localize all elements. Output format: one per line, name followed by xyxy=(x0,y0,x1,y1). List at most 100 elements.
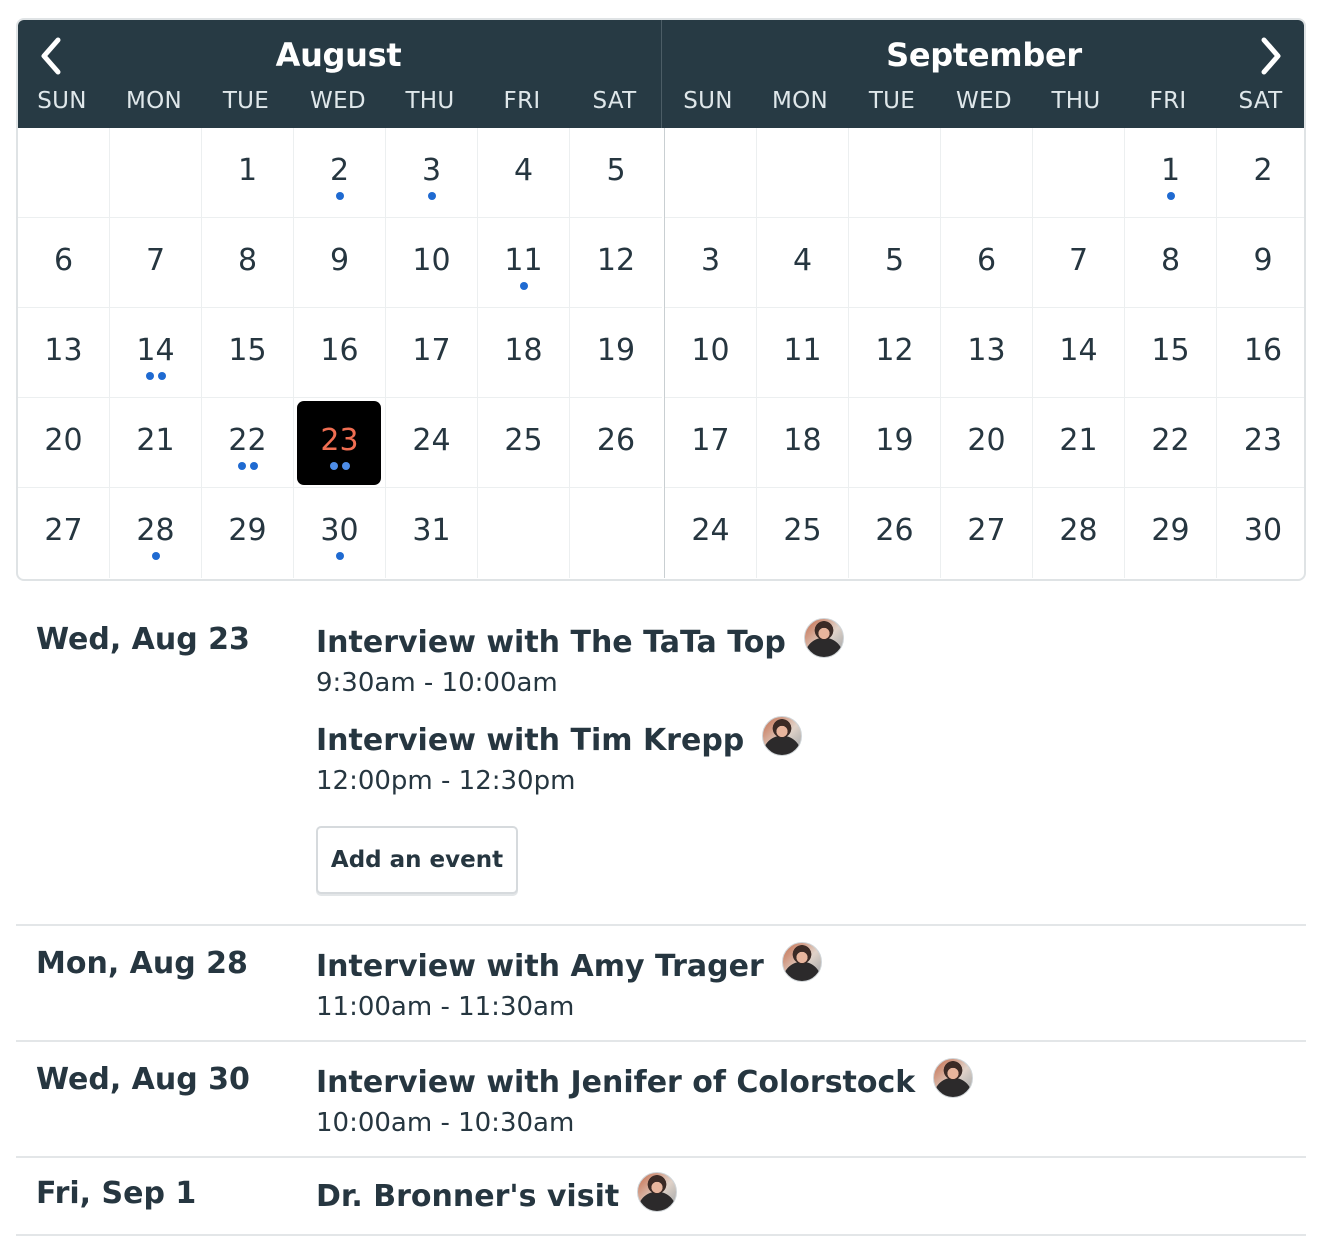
event-indicator xyxy=(110,372,201,380)
calendar-day-cell[interactable]: 25 xyxy=(478,398,570,488)
agenda-event[interactable]: Interview with Amy Trager 11:00am - 11:3… xyxy=(316,942,822,1022)
calendar-day-cell[interactable]: 6 xyxy=(941,218,1033,308)
calendar-day-cell[interactable]: 7 xyxy=(1033,218,1125,308)
calendar-empty-cell xyxy=(941,128,1033,218)
calendar-day-cell[interactable]: 16 xyxy=(1217,308,1304,398)
calendar-empty-cell xyxy=(1033,128,1125,218)
agenda-event[interactable]: Interview with The TaTa Top 9:30am - 10:… xyxy=(316,618,844,698)
calendar-day-cell[interactable]: 20 xyxy=(941,398,1033,488)
calendar-day-cell[interactable]: 8 xyxy=(1125,218,1217,308)
calendar-day-cell[interactable]: 18 xyxy=(478,308,570,398)
day-number: 28 xyxy=(1059,513,1098,548)
calendar-day-cell[interactable]: 25 xyxy=(757,488,849,578)
calendar-empty-cell xyxy=(478,488,570,578)
calendar-day-cell[interactable]: 9 xyxy=(294,218,386,308)
day-number: 24 xyxy=(412,423,451,458)
calendar-day-cell[interactable]: 6 xyxy=(18,218,110,308)
calendar-day-cell[interactable]: 3 xyxy=(665,218,757,308)
calendar-day-cell[interactable]: 17 xyxy=(386,308,478,398)
day-number: 30 xyxy=(1243,513,1283,548)
calendar-day-cell[interactable]: 2 xyxy=(1217,128,1304,218)
calendar-day-cell[interactable]: 30 xyxy=(1217,488,1304,578)
calendar-day-cell[interactable]: 2 xyxy=(294,128,386,218)
calendar-day-cell[interactable]: 11 xyxy=(757,308,849,398)
calendar-day-cell[interactable]: 23 xyxy=(1217,398,1304,488)
calendar-day-cell[interactable]: 24 xyxy=(386,398,478,488)
calendar-day-cell[interactable]: 12 xyxy=(570,218,662,308)
day-number: 11 xyxy=(504,243,543,278)
event-dot xyxy=(237,462,246,470)
agenda-event[interactable]: Interview with Jenifer of Colorstock 10:… xyxy=(316,1058,974,1138)
weekday-label: SAT xyxy=(592,88,637,114)
calendar-day-cell[interactable]: 26 xyxy=(570,398,662,488)
calendar-day-cell[interactable]: 20 xyxy=(18,398,110,488)
day-number: 23 xyxy=(1243,423,1283,458)
calendar-day-cell[interactable]: 23 xyxy=(294,398,386,488)
calendar-day-cell[interactable]: 28 xyxy=(110,488,202,578)
calendar-day-cell[interactable]: 5 xyxy=(570,128,662,218)
calendar-day-cell[interactable]: 19 xyxy=(570,308,662,398)
calendar-day-cell[interactable]: 3 xyxy=(386,128,478,218)
calendar-day-cell[interactable]: 27 xyxy=(18,488,110,578)
calendar-day-cell[interactable]: 10 xyxy=(386,218,478,308)
agenda-day-label: Wed, Aug 23 xyxy=(36,622,250,657)
day-number: 9 xyxy=(1253,243,1273,278)
day-number: 22 xyxy=(228,423,267,458)
calendar-day-cell[interactable]: 21 xyxy=(110,398,202,488)
calendar-day-cell[interactable]: 14 xyxy=(110,308,202,398)
event-dot xyxy=(145,372,154,380)
calendar-day-cell[interactable]: 29 xyxy=(202,488,294,578)
day-number: 24 xyxy=(691,513,730,548)
day-number: 1 xyxy=(1160,153,1181,188)
calendar-day-cell[interactable]: 28 xyxy=(1033,488,1125,578)
calendar-day-cell[interactable]: 15 xyxy=(202,308,294,398)
day-number: 26 xyxy=(875,513,914,548)
calendar-day-cell[interactable]: 31 xyxy=(386,488,478,578)
next-month-button[interactable] xyxy=(1252,36,1288,76)
calendar-day-cell[interactable]: 4 xyxy=(478,128,570,218)
calendar-day-cell[interactable]: 12 xyxy=(849,308,941,398)
weekday-label: SAT xyxy=(1238,88,1283,114)
calendar-day-cell[interactable]: 19 xyxy=(849,398,941,488)
calendar-day-cell[interactable]: 22 xyxy=(1125,398,1217,488)
event-indicator xyxy=(110,552,201,560)
agenda-event[interactable]: Dr. Bronner's visit xyxy=(316,1172,678,1216)
calendar-day-cell[interactable]: 21 xyxy=(1033,398,1125,488)
calendar-day-cell[interactable]: 7 xyxy=(110,218,202,308)
day-number: 17 xyxy=(691,423,730,458)
calendar-day-cell[interactable]: 16 xyxy=(294,308,386,398)
calendar-day-cell[interactable]: 30 xyxy=(294,488,386,578)
add-event-button[interactable]: Add an event xyxy=(316,826,518,894)
agenda-event[interactable]: Interview with Tim Krepp 12:00pm - 12:30… xyxy=(316,716,803,796)
calendar-day-cell[interactable]: 1 xyxy=(1125,128,1217,218)
avatar xyxy=(933,1058,974,1098)
calendar-day-cell[interactable]: 27 xyxy=(941,488,1033,578)
calendar-day-cell[interactable]: 5 xyxy=(849,218,941,308)
calendar-day-cell[interactable]: 15 xyxy=(1125,308,1217,398)
day-number: 10 xyxy=(691,333,730,368)
calendar-day-cell[interactable]: 10 xyxy=(665,308,757,398)
weekday-label: THU xyxy=(405,88,455,114)
event-dot xyxy=(151,552,160,560)
calendar-day-cell[interactable]: 17 xyxy=(665,398,757,488)
day-number: 20 xyxy=(967,423,1006,458)
day-number: 26 xyxy=(596,423,636,458)
day-number: 17 xyxy=(412,333,451,368)
calendar-day-cell[interactable]: 18 xyxy=(757,398,849,488)
calendar-day-cell[interactable]: 1 xyxy=(202,128,294,218)
calendar-day-cell[interactable]: 24 xyxy=(665,488,757,578)
day-number: 14 xyxy=(136,333,175,368)
calendar-day-cell[interactable]: 13 xyxy=(18,308,110,398)
calendar-day-cell[interactable]: 9 xyxy=(1217,218,1304,308)
calendar-day-cell[interactable]: 22 xyxy=(202,398,294,488)
event-dot xyxy=(249,462,258,470)
calendar-day-cell[interactable]: 26 xyxy=(849,488,941,578)
calendar-day-cell[interactable]: 4 xyxy=(757,218,849,308)
calendar-day-cell[interactable]: 13 xyxy=(941,308,1033,398)
calendar-day-cell[interactable]: 8 xyxy=(202,218,294,308)
calendar-day-cell[interactable]: 14 xyxy=(1033,308,1125,398)
calendar-day-cell[interactable]: 11 xyxy=(478,218,570,308)
event-dot xyxy=(427,192,436,200)
day-number: 4 xyxy=(513,153,534,188)
calendar-day-cell[interactable]: 29 xyxy=(1125,488,1217,578)
